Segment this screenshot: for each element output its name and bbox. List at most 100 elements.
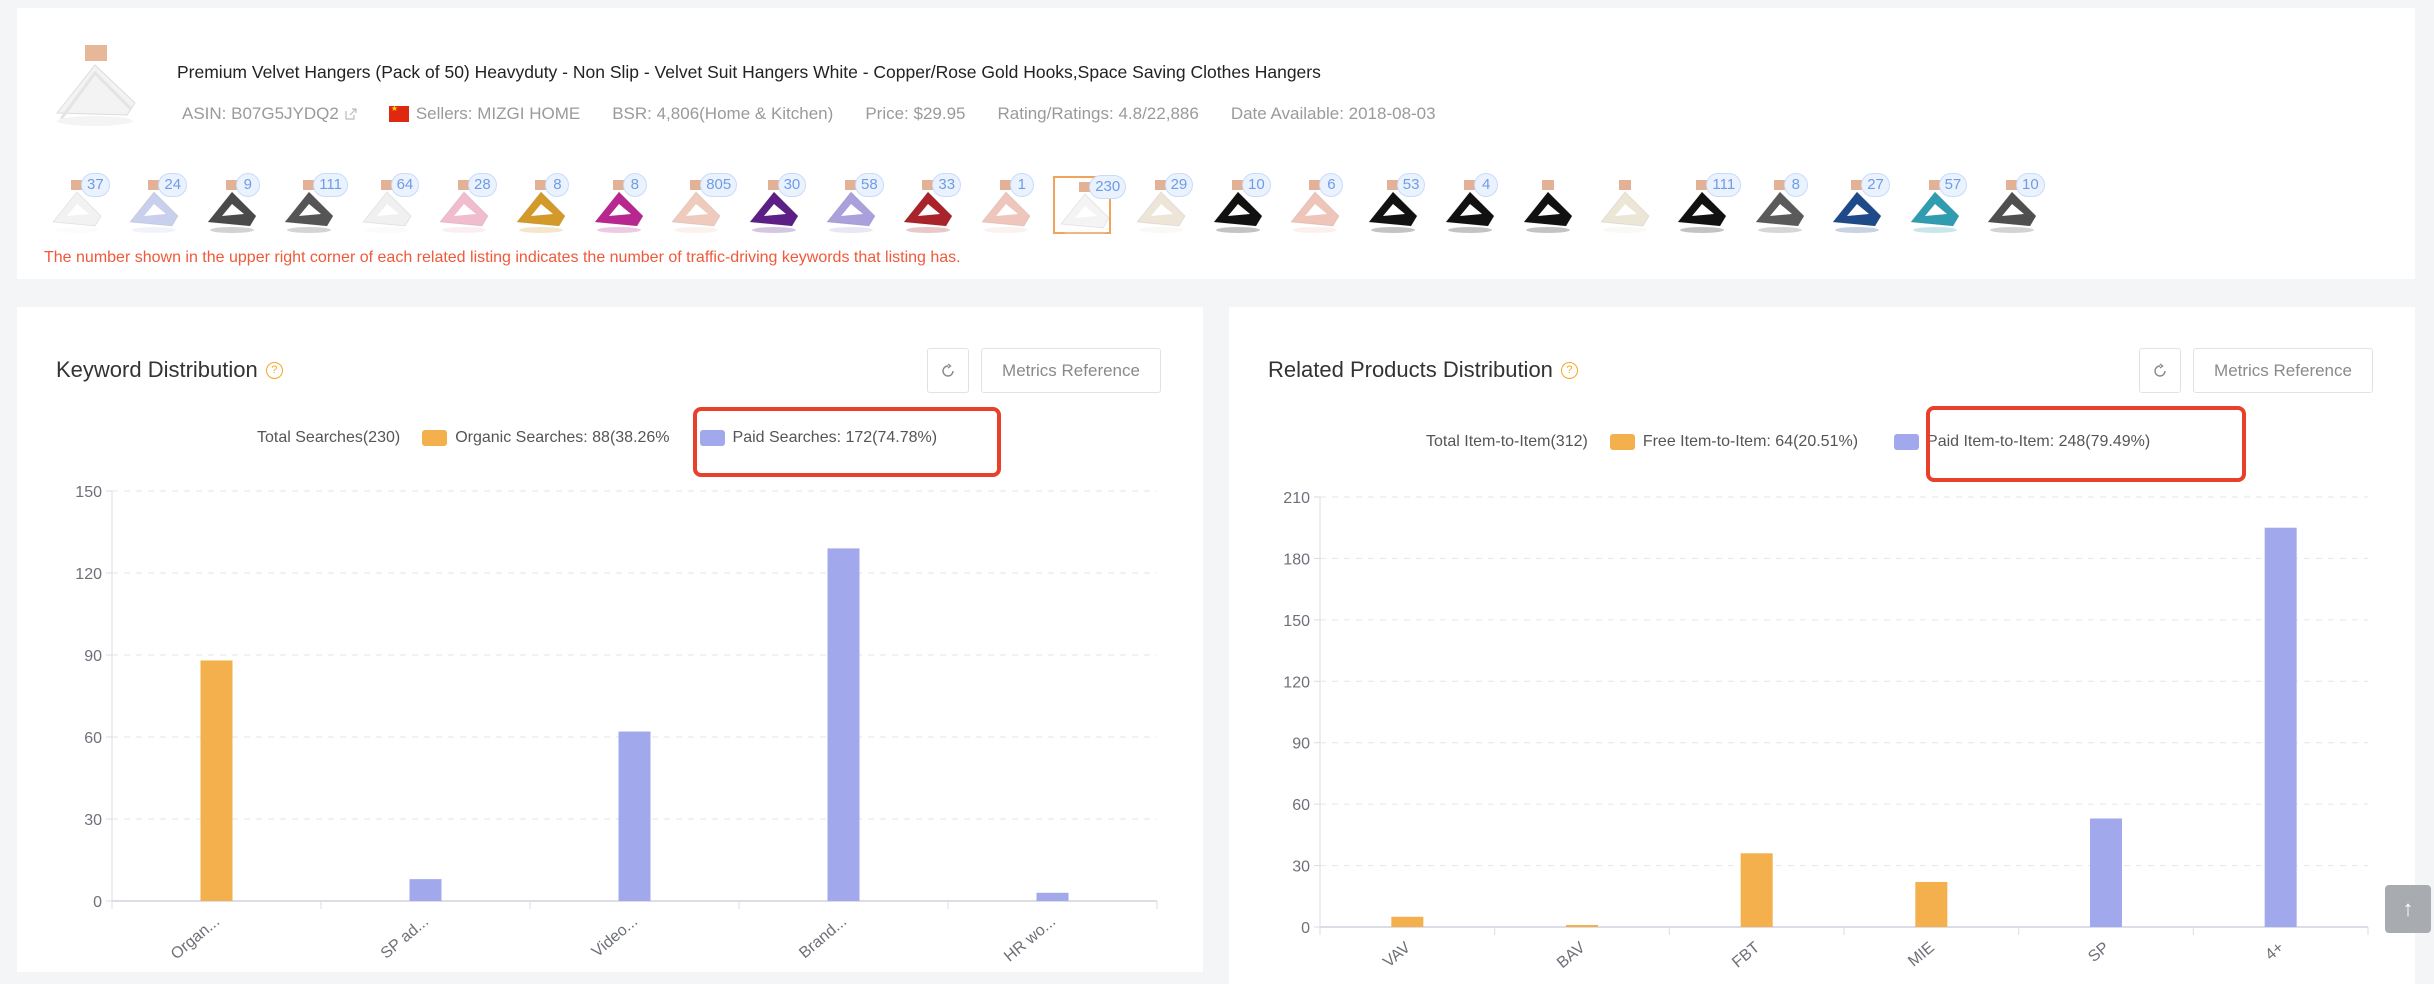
bar-paid-searches[interactable] (409, 879, 442, 901)
related-listing-thumb[interactable]: 10 (1208, 173, 1271, 234)
product-meta: ASIN: B07G5JYDQ2 Sellers: MIZGI HOME BSR… (182, 104, 1468, 124)
keyword-count-badge: 10 (2016, 173, 2045, 197)
y-tick-label: 60 (84, 730, 102, 747)
keyword-bar-chart: 0 30 60 90 120 150 Organ... SP ad... Video... Bra… (75, 484, 1158, 965)
related-listing-thumb[interactable]: 27 (1827, 173, 1890, 234)
related-listing-thumb[interactable]: 28 (434, 173, 497, 234)
related-listing-thumb[interactable]: 111 (279, 173, 348, 234)
related-listing-thumb[interactable]: 111 (1672, 173, 1742, 234)
x-tick-label: HR wo... (1001, 913, 1059, 965)
keyword-count-badge: 37 (81, 173, 110, 197)
bar-free-item-to-item[interactable] (1566, 924, 1598, 927)
product-image[interactable] (47, 43, 147, 127)
y-tick-label: 120 (75, 566, 102, 583)
keyword-count-badge: 30 (777, 173, 807, 197)
rating: Rating/Ratings: 4.8/22,886 (997, 104, 1199, 123)
y-tick-label: 120 (1283, 674, 1310, 691)
related-listing-thumb[interactable]: 8 (1750, 173, 1808, 234)
x-tick-label: Organ... (168, 913, 223, 963)
china-flag-icon (388, 104, 409, 122)
keyword-count-badge: 1 (1009, 173, 1034, 197)
bar-paid-searches[interactable] (1036, 892, 1069, 901)
related-listing-thumb[interactable]: 230 (1053, 175, 1127, 235)
bar-organic-searches[interactable] (200, 660, 233, 901)
keyword-count-badge: 805 (700, 173, 738, 197)
related-listing-thumb[interactable]: 6 (1285, 173, 1344, 234)
related-listing-thumb[interactable] (1518, 176, 1576, 234)
related-listing-thumb[interactable]: 64 (357, 173, 420, 234)
bar-paid-searches[interactable] (827, 548, 860, 901)
x-tick-label: FBT (1729, 939, 1763, 972)
related-listing-thumb[interactable]: 57 (1905, 173, 1968, 234)
bar-paid-item-to-item[interactable] (2264, 527, 2297, 927)
x-tick-label: SP ad... (378, 913, 432, 962)
y-tick-label: 90 (1292, 736, 1310, 753)
price: Price: $29.95 (865, 104, 966, 123)
related-listing-thumb[interactable]: 53 (1363, 173, 1426, 234)
keyword-count-badge: 8 (1783, 173, 1808, 197)
related-listing-thumb[interactable]: 4 (1440, 173, 1499, 234)
keyword-count-badge: 8 (622, 173, 647, 197)
related-listing-thumb[interactable]: 29 (1131, 173, 1194, 234)
sellers: Sellers: MIZGI HOME (388, 104, 581, 124)
keyword-count-badge: 24 (158, 173, 188, 197)
keyword-count-badge: 111 (1706, 173, 1742, 197)
y-tick-label: 0 (93, 894, 102, 911)
keyword-count-badge: 64 (390, 173, 420, 197)
y-tick-label: 30 (84, 812, 102, 829)
external-link-icon[interactable] (345, 108, 357, 120)
keyword-distribution-panel: Keyword Distribution ? Metrics Reference… (17, 307, 1203, 972)
related-listings: 37 24 9 111 64 28 8 8 805 30 58 33 1 230 29 10 6 53 4 111 8 2… (47, 158, 2147, 238)
x-tick-label: Video... (589, 913, 641, 961)
keyword-count-badge: 27 (1861, 173, 1890, 197)
keyword-count-badge: 58 (855, 173, 884, 197)
related-listing-thumb[interactable]: 1 (976, 173, 1034, 234)
x-tick-label: SP (2085, 939, 2112, 966)
related-listing-thumb[interactable]: 9 (202, 173, 260, 234)
bar-paid-searches[interactable] (618, 731, 651, 901)
product-title: Premium Velvet Hangers (Pack of 50) Heav… (177, 62, 1321, 82)
scroll-to-top-button[interactable]: ↑ (2385, 885, 2431, 933)
bar-paid-item-to-item[interactable] (2090, 818, 2122, 927)
bar-free-item-to-item[interactable] (1740, 853, 1773, 927)
related-products-distribution-panel: Related Products Distribution ? Metrics … (1229, 307, 2415, 984)
x-tick-label: VAV (1380, 939, 1414, 971)
y-tick-label: 0 (1301, 920, 1310, 937)
asin-text: ASIN: B07G5JYDQ2 (182, 104, 339, 123)
related-listing-thumb[interactable]: 33 (898, 173, 962, 234)
keyword-count-badge: 33 (932, 173, 962, 197)
y-tick-label: 60 (1292, 797, 1310, 814)
related-listing-thumb[interactable]: 37 (47, 173, 110, 234)
y-tick-label: 150 (75, 484, 102, 501)
keyword-count-badge: 4 (1474, 173, 1499, 197)
sellers-text: Sellers: MIZGI HOME (415, 104, 581, 123)
x-tick-label: BAV (1554, 939, 1589, 972)
product-card: Premium Velvet Hangers (Pack of 50) Heav… (17, 8, 2415, 279)
hanger-thumbnail (1522, 180, 1573, 233)
y-tick-label: 90 (84, 648, 102, 665)
keyword-count-badge: 10 (1242, 173, 1271, 197)
related-products-bar-chart: 0 30 60 90 120 150 180 210 VAV BAV FBT MIE SP 4+ (1283, 490, 2369, 972)
keyword-count-badge: 111 (313, 173, 348, 197)
arrow-up-icon: ↑ (2402, 896, 2414, 921)
related-listing-thumb[interactable]: 805 (666, 173, 738, 234)
related-listing-thumb[interactable]: 8 (589, 173, 647, 234)
related-listing-thumb[interactable]: 10 (1982, 173, 2045, 234)
related-listing-thumb[interactable]: 8 (511, 173, 570, 234)
keyword-count-badge: 28 (468, 173, 497, 197)
keyword-count-badge: 230 (1089, 175, 1127, 199)
asin: ASIN: B07G5JYDQ2 (182, 104, 357, 124)
related-listing-thumb[interactable]: 24 (124, 173, 188, 234)
keyword-count-badge: 9 (235, 173, 260, 197)
y-tick-label: 150 (1283, 613, 1310, 630)
bsr: BSR: 4,806(Home & Kitchen) (612, 104, 834, 123)
related-listings-note: The number shown in the upper right corn… (44, 249, 961, 266)
bar-free-item-to-item[interactable] (1391, 916, 1424, 927)
x-tick-label: 4+ (2262, 939, 2287, 964)
bar-free-item-to-item[interactable] (1915, 881, 1948, 927)
y-tick-label: 180 (1283, 551, 1310, 568)
related-listing-thumb[interactable]: 30 (744, 173, 807, 234)
related-listing-thumb[interactable]: 58 (821, 173, 884, 234)
keyword-count-badge: 29 (1164, 173, 1194, 197)
related-listing-thumb[interactable] (1595, 176, 1653, 234)
